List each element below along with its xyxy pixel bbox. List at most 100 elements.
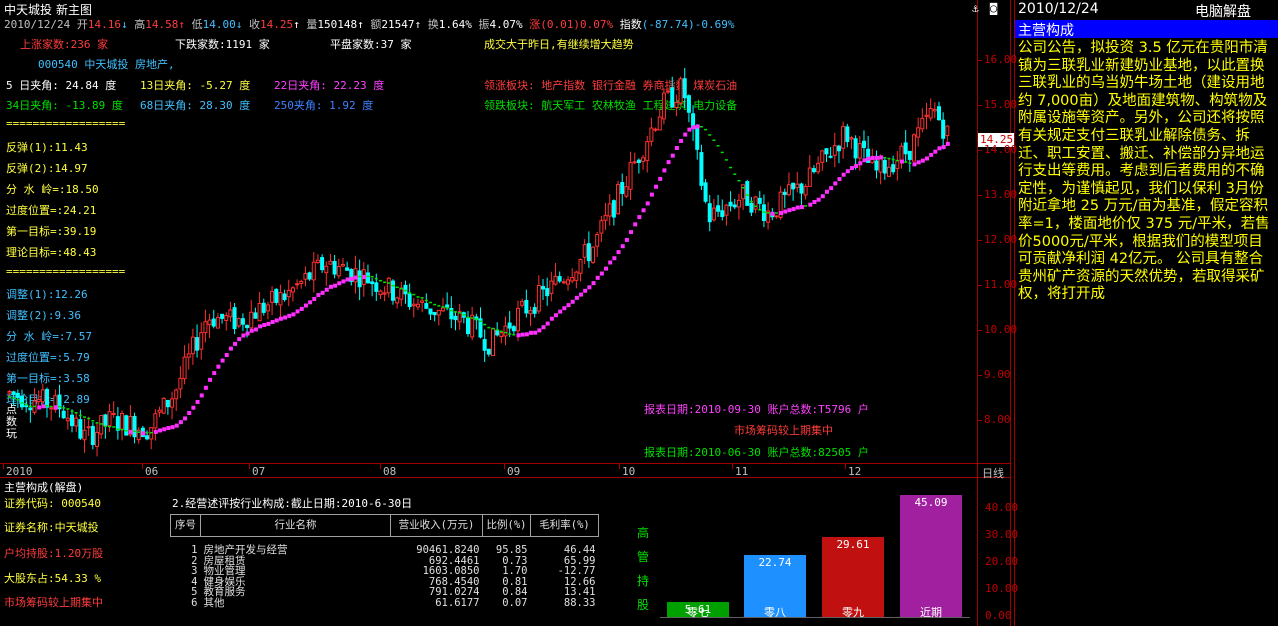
trend-dot [799, 205, 804, 210]
trend-dot [691, 125, 696, 130]
table-cell: 1603.0850 [422, 565, 480, 577]
candle-body [357, 270, 362, 288]
x-tick [845, 463, 846, 469]
candle-body [245, 324, 250, 329]
candle-body [278, 292, 283, 306]
trend-dot [741, 187, 745, 189]
period-unit[interactable]: 日线 [982, 465, 1004, 481]
trend-dot [283, 315, 288, 320]
candle-body [636, 159, 641, 163]
candle-body [407, 293, 412, 307]
table-cell: 1 [191, 544, 198, 556]
trend-dot [78, 414, 82, 417]
trend-dot [99, 423, 103, 425]
candle-body [753, 196, 758, 210]
candle-body [90, 425, 95, 446]
candle-body [311, 261, 316, 281]
trend-dot [716, 145, 720, 147]
x-tick-label: 11 [735, 465, 749, 478]
table-title: 2.经营述评按行业构成:截止日期:2010-6-30日 [172, 497, 413, 510]
trend-dot [845, 169, 850, 174]
candle-body [528, 310, 533, 315]
trend-dot [53, 405, 58, 410]
candle-body [928, 107, 933, 119]
trend-dot [20, 402, 24, 404]
candle-body [670, 87, 675, 108]
candle-body [524, 299, 529, 314]
bar-value-label: 45.09 [914, 496, 948, 509]
table-header[interactable]: 营业收入(万元) [390, 514, 483, 537]
candle-body [153, 413, 158, 429]
trend-dot [158, 428, 163, 433]
candlestick-chart[interactable] [0, 0, 977, 463]
candle-body [295, 283, 300, 286]
trend-dot [395, 286, 399, 288]
table-header[interactable]: 行业名称 [200, 514, 391, 537]
candle-body [599, 220, 604, 234]
candle-body [641, 157, 646, 162]
trend-dot [349, 276, 354, 281]
trend-dot [103, 425, 107, 428]
candle-body [174, 389, 179, 400]
trend-dot [49, 405, 53, 408]
bottom-title: 主营构成(解盘) [4, 481, 84, 494]
trend-dot [791, 207, 796, 212]
candle-body [907, 150, 912, 160]
table-header[interactable]: 序号 [170, 514, 201, 537]
trend-dot [149, 431, 153, 434]
candle-body [253, 312, 258, 319]
trend-dot [883, 156, 887, 159]
trend-dot [724, 159, 728, 161]
trend-dot [378, 279, 382, 282]
candle-body [45, 389, 50, 408]
table-row[interactable]: 6 其他 61.6177 0.07 88.33 [171, 597, 599, 609]
trend-dot [549, 316, 554, 321]
table-header[interactable]: 毛利率(%) [530, 514, 599, 537]
candle-body [49, 407, 54, 410]
trend-dot [95, 422, 99, 424]
trend-dot [237, 337, 242, 342]
trend-dot [203, 385, 208, 390]
trend-dot [766, 212, 770, 214]
table-row[interactable]: 3 物业管理 1603.0850 1.70 -12.77 [171, 566, 599, 577]
candle-body [853, 138, 858, 159]
candle-body [849, 137, 854, 140]
trend-dot [262, 323, 267, 328]
trend-dot [504, 331, 508, 334]
table-row[interactable]: 1 房地产开发与经营 90461.8240 95.85 46.44 [171, 537, 599, 556]
trend-dot [649, 192, 654, 197]
candle-body [120, 413, 125, 430]
trend-dot [479, 320, 482, 322]
trend-dot [83, 416, 87, 418]
trend-dot [879, 155, 884, 160]
trend-dot [391, 284, 395, 287]
candle-body [724, 204, 729, 216]
candle-body [261, 302, 266, 313]
y-tick-label: 11.00 [984, 278, 1018, 291]
candle-body [170, 398, 175, 408]
panel-section-title[interactable]: 主营构成 [1015, 20, 1278, 39]
candle-body [782, 191, 787, 195]
trend-dot [812, 199, 817, 204]
candle-body [574, 271, 579, 281]
trend-dot [666, 160, 671, 165]
trend-dot [562, 306, 567, 311]
trend-dot [595, 275, 600, 280]
trend-dot [416, 296, 420, 298]
trend-dot [449, 309, 453, 312]
y-tick [977, 195, 982, 196]
table-row[interactable]: 5 教育服务 791.0274 0.84 13.41 [171, 587, 599, 598]
candle-body [841, 126, 846, 149]
candle-body [836, 145, 841, 152]
candle-body [465, 317, 470, 335]
candle-body [195, 337, 200, 351]
close-icon[interactable]: ◙ [990, 1, 997, 15]
trend-dot [28, 405, 32, 408]
table-header[interactable]: 比例(%) [482, 514, 531, 537]
table-cell: 1.70 [502, 565, 528, 577]
trend-dot [287, 313, 292, 318]
bar-近期[interactable] [900, 495, 962, 617]
trend-dot [629, 230, 634, 235]
x-tick [619, 463, 620, 469]
trend-dot [153, 429, 158, 434]
